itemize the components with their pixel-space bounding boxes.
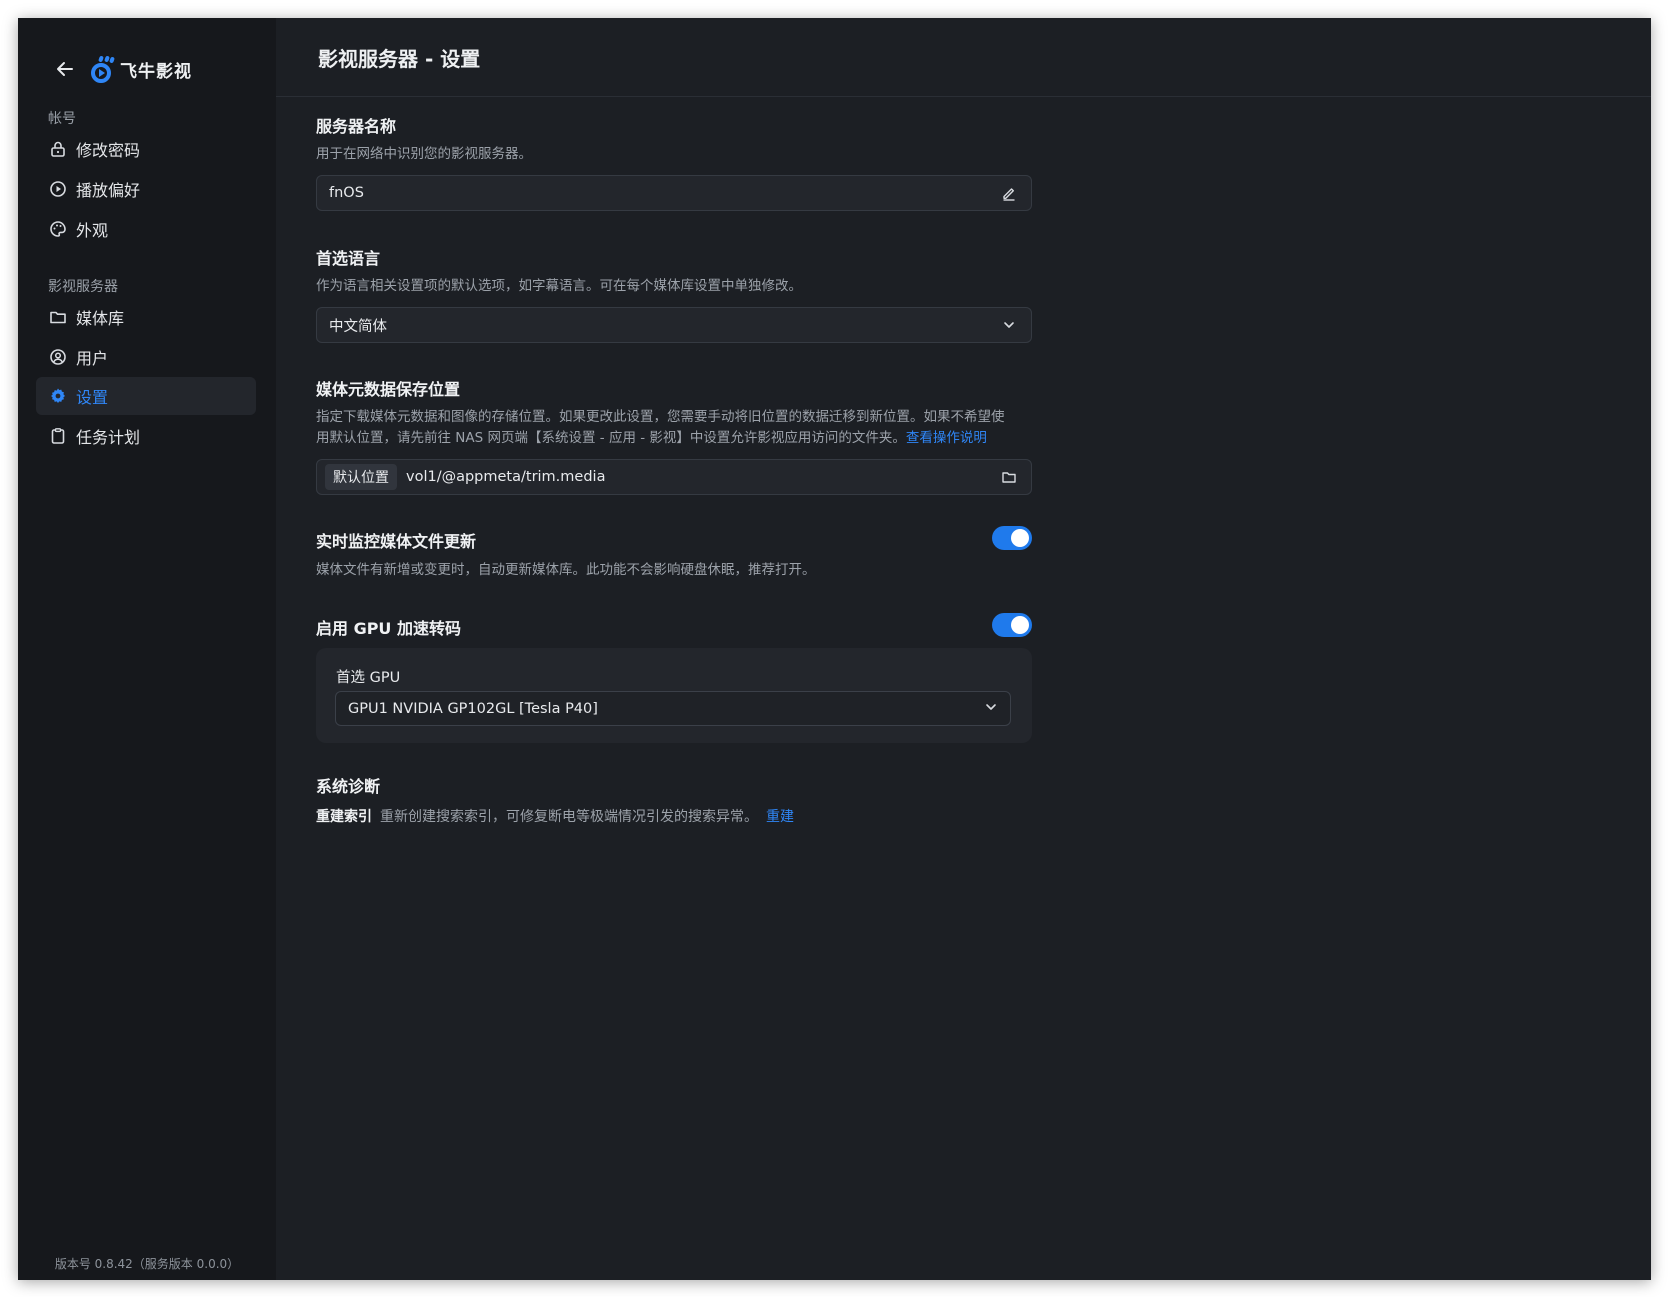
sidebar-item-library[interactable]: 媒体库 — [36, 298, 256, 336]
chevron-down-icon — [999, 315, 1019, 335]
server-name-value: fnOS — [329, 185, 364, 201]
gear-icon — [48, 386, 68, 406]
palette-icon — [48, 219, 68, 239]
toggle-knob — [1011, 529, 1029, 547]
view-instructions-link[interactable]: 查看操作说明 — [906, 430, 987, 446]
clipboard-icon — [48, 426, 68, 446]
sidebar-item-label: 播放偏好 — [76, 181, 141, 200]
rebuild-index-link[interactable]: 重建 — [766, 806, 794, 826]
monitor-desc: 媒体文件有新增或变更时，自动更新媒体库。此功能不会影响硬盘休眠，推荐打开。 — [316, 562, 816, 578]
metadata-desc: 指定下载媒体元数据和图像的存储位置。如果更改此设置，您需要手动将旧位置的数据迁移… — [316, 407, 1032, 449]
preferred-gpu-select[interactable]: GPU1 NVIDIA GP102GL [Tesla P40] — [335, 691, 1011, 726]
rebuild-index-desc: 重新创建搜索索引，可修复断电等极端情况引发的搜索异常。 — [380, 809, 758, 825]
sidebar-item-label: 修改密码 — [76, 141, 141, 160]
metadata-path-field[interactable]: 默认位置 vol1/@appmeta/trim.media — [316, 459, 1032, 495]
sidebar-item-change-password[interactable]: 修改密码 — [36, 130, 256, 168]
sidebar-header: 飞牛影视 — [50, 53, 192, 85]
user-circle-icon — [48, 347, 68, 367]
diagnostics-title: 系统诊断 — [316, 777, 381, 796]
folder-icon[interactable] — [999, 467, 1019, 487]
page-title: 影视服务器 - 设置 — [318, 46, 481, 71]
gpu-options-panel: 首选 GPU GPU1 NVIDIA GP102GL [Tesla P40] — [316, 648, 1032, 743]
language-value: 中文简体 — [329, 318, 387, 335]
language-select[interactable]: 中文简体 — [316, 307, 1032, 343]
arrow-left-icon — [57, 62, 73, 76]
rebuild-index-label: 重建索引 — [316, 809, 372, 825]
toggle-knob — [1011, 616, 1029, 634]
sidebar-item-users[interactable]: 用户 — [36, 338, 256, 376]
edit-icon[interactable] — [999, 183, 1019, 203]
server-name-title: 服务器名称 — [316, 117, 397, 136]
sidebar-item-label: 设置 — [76, 388, 109, 407]
monitor-toggle[interactable] — [992, 526, 1032, 550]
metadata-desc-line1: 指定下载媒体元数据和图像的存储位置。如果更改此设置，您需要手动将旧位置的数据迁移… — [316, 409, 1005, 425]
sidebar-item-playback[interactable]: 播放偏好 — [36, 170, 256, 208]
section-title-server: 影视服务器 — [48, 279, 118, 295]
app-name: 飞牛影视 — [120, 61, 192, 82]
app-window: 飞牛影视 帐号 修改密码 播放偏好 外观 影视服务器 媒体库 用户 设置 任务计… — [18, 18, 1651, 1280]
sidebar: 飞牛影视 帐号 修改密码 播放偏好 外观 影视服务器 媒体库 用户 设置 任务计… — [18, 18, 276, 1280]
metadata-title: 媒体元数据保存位置 — [316, 380, 461, 399]
lock-icon — [48, 139, 68, 159]
metadata-desc-line2: 用默认位置，请先前往 NAS 网页端【系统设置 - 应用 - 影视】中设置允许影… — [316, 430, 906, 446]
chevron-down-icon — [984, 700, 998, 718]
server-name-field[interactable]: fnOS — [316, 175, 1032, 211]
metadata-path-value: vol1/@appmeta/trim.media — [406, 469, 606, 485]
sidebar-item-label: 外观 — [76, 221, 109, 240]
folder-icon — [48, 307, 68, 327]
sidebar-item-appearance[interactable]: 外观 — [36, 210, 256, 248]
section-title-account: 帐号 — [48, 111, 76, 127]
metadata-desc-line2-wrap: 用默认位置，请先前往 NAS 网页端【系统设置 - 应用 - 影视】中设置允许影… — [316, 428, 1032, 449]
preferred-gpu-value: GPU1 NVIDIA GP102GL [Tesla P40] — [348, 700, 598, 717]
gpu-title: 启用 GPU 加速转码 — [316, 619, 461, 638]
play-circle-icon — [48, 179, 68, 199]
sidebar-item-label: 任务计划 — [76, 428, 141, 447]
main-panel: 影视服务器 - 设置 服务器名称 用于在网络中识别您的影视服务器。 fnOS 首… — [276, 18, 1651, 1280]
sidebar-item-tasks[interactable]: 任务计划 — [36, 417, 256, 455]
logo-icon — [91, 56, 115, 83]
sidebar-item-label: 媒体库 — [76, 309, 125, 328]
preferred-gpu-label: 首选 GPU — [336, 670, 401, 686]
rebuild-index-row: 重建索引 重新创建搜索索引，可修复断电等极端情况引发的搜索异常。 重建 — [316, 806, 794, 826]
top-bar: 影视服务器 - 设置 — [276, 18, 1651, 97]
language-title: 首选语言 — [316, 249, 381, 268]
default-location-tag: 默认位置 — [325, 464, 397, 490]
gpu-toggle[interactable] — [992, 613, 1032, 637]
server-name-desc: 用于在网络中识别您的影视服务器。 — [316, 146, 532, 162]
language-desc: 作为语言相关设置项的默认选项，如字幕语言。可在每个媒体库设置中单独修改。 — [316, 278, 802, 294]
app-logo: 飞牛影视 — [90, 55, 192, 83]
monitor-title: 实时监控媒体文件更新 — [316, 532, 477, 551]
sidebar-item-label: 用户 — [76, 349, 109, 368]
sidebar-item-settings[interactable]: 设置 — [36, 377, 256, 415]
version-label: 版本号 0.8.42（服务版本 0.0.0） — [54, 1257, 240, 1271]
back-button[interactable] — [50, 54, 80, 84]
